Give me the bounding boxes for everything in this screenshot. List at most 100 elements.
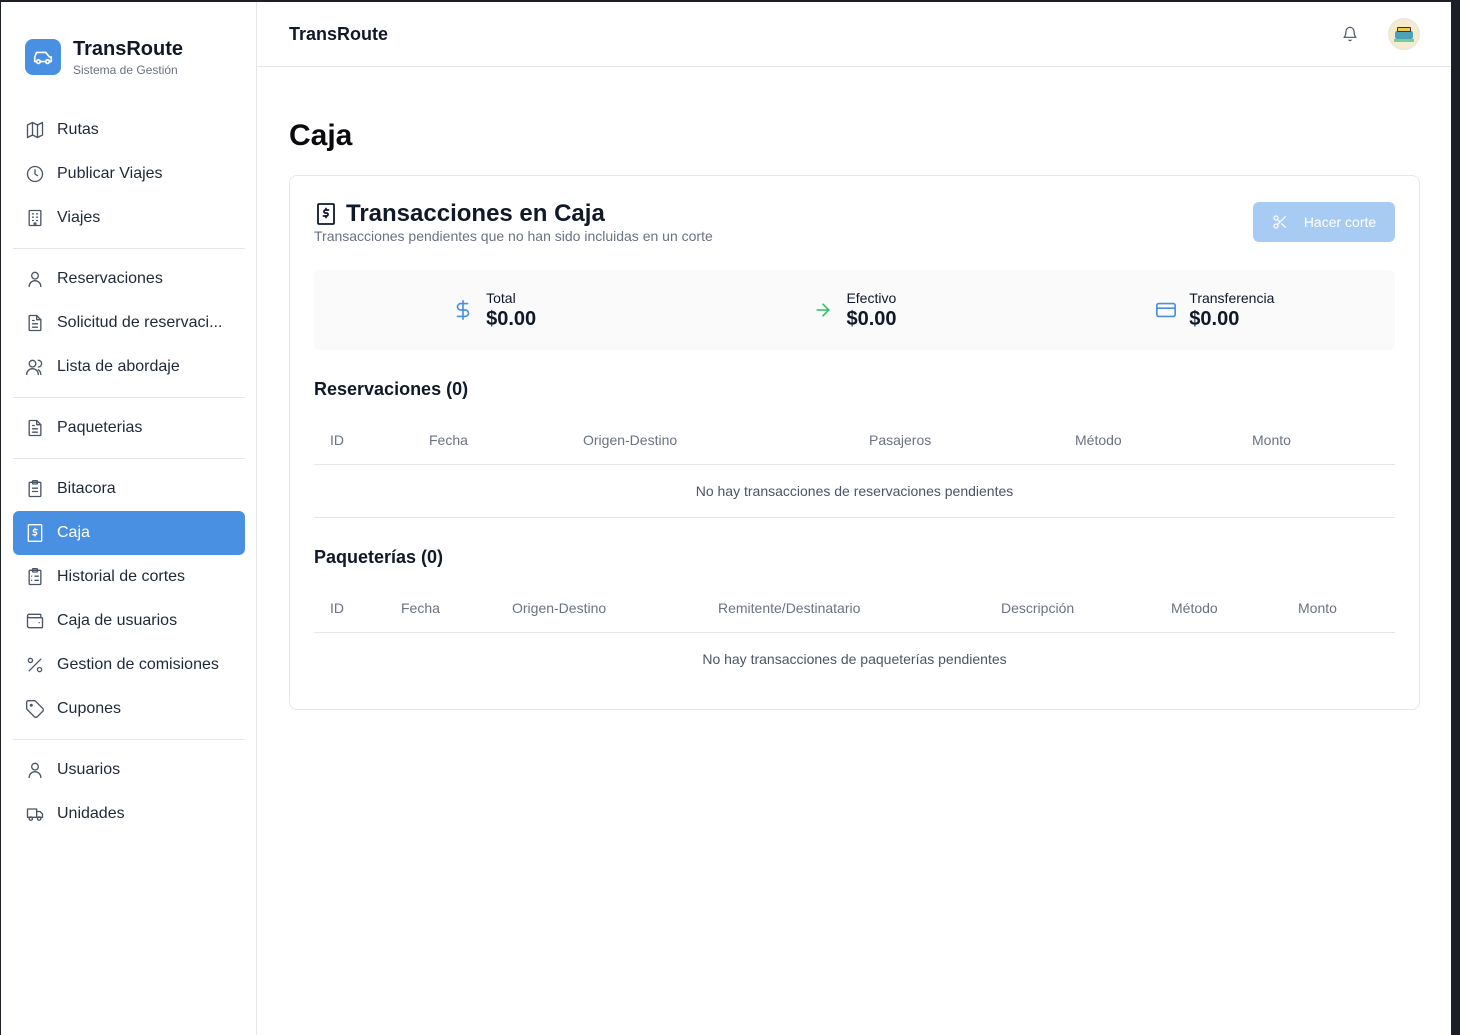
car-icon [25,39,61,75]
sidebar-item-label: Bitacora [57,480,116,497]
brand-subtitle: Sistema de Gestión [73,62,178,77]
column-header: Método [1155,600,1282,633]
sidebar-item-solicitud-de-reservaci[interactable]: Solicitud de reservaci... [13,301,245,345]
percent-icon [25,655,45,675]
column-header: Origen-Destino [567,432,853,465]
sidebar-item-historial-de-cortes[interactable]: Historial de cortes [13,555,245,599]
main-area: TransRoute Caja Transacciones en Caja Tr… [257,2,1451,1035]
packages-title: Paqueterías (0) [314,547,444,567]
sidebar-item-cupones[interactable]: Cupones [13,687,245,731]
transfer-value: $0.00 [1189,308,1240,330]
user-icon [25,760,45,780]
sidebar-item-viajes[interactable]: Viajes [13,196,245,240]
sidebar-item-reservaciones[interactable]: Reservaciones [13,257,245,301]
column-header: ID [314,600,385,633]
sidebar-item-label: Gestion de comisiones [57,656,219,673]
sidebar-item-label: Cupones [57,700,122,717]
credit-card-icon [1155,299,1177,321]
clipboard-list-icon [25,567,45,587]
sidebar-item-label: Publicar Viajes [57,165,163,182]
reservations-table: ID Fecha Origen-Destino Pasajeros Método Mont… [314,432,1395,517]
cash-value: $0.00 [846,308,897,330]
sidebar-item-label: Unidades [57,805,125,822]
sidebar-item-bitacora[interactable]: Bitacora [13,467,245,511]
column-header: Monto [1282,600,1395,633]
sidebar-item-caja-de-usuarios[interactable]: Caja de usuarios [13,599,245,643]
total-label: Total [486,290,516,306]
summary-transfer: Transferencia $0.00 [1035,289,1395,331]
nav-divider [13,739,245,740]
total-value: $0.00 [486,308,537,330]
sidebar-item-unidades[interactable]: Unidades [13,792,245,836]
sidebar-item-gestion-de-comisiones[interactable]: Gestion de comisiones [13,643,245,687]
summary-cash: Efectivo $0.00 [674,289,1034,331]
page-title: Caja [289,119,353,152]
user-icon [25,269,45,289]
users-icon [25,357,45,377]
sidebar-item-label: Viajes [57,209,101,226]
sidebar-item-usuarios[interactable]: Usuarios [13,748,245,792]
nav-divider [13,458,245,459]
brand-name: TransRoute [73,37,184,60]
column-header: Descripción [985,600,1155,633]
sidebar-item-label: Caja [57,524,90,541]
sidebar-item-label: Solicitud de reservaci... [57,314,223,331]
sidebar-item-lista-de-abordaje[interactable]: Lista de abordaje [13,345,245,389]
avatar[interactable] [1388,18,1420,50]
tag-icon [25,699,45,719]
card-subtitle: Transacciones pendientes que no han sido… [314,228,713,244]
column-header: Monto [1236,432,1395,465]
column-header: Método [1059,432,1236,465]
sidebar-item-label: Caja de usuarios [57,612,178,629]
sidebar-item-label: Rutas [57,121,99,138]
receipt-icon [314,202,338,226]
nav-divider [13,397,245,398]
building-icon [25,208,45,228]
sidebar-nav: Rutas Publicar Viajes Viajes Reservaciones S… [13,108,245,836]
sidebar-item-label: Usuarios [57,761,121,778]
column-header: Fecha [385,600,496,633]
column-header: Pasajeros [853,432,1059,465]
cash-transactions-card: Transacciones en Caja Transacciones pend… [289,175,1420,710]
file-text-icon [25,313,45,333]
sidebar-item-caja[interactable]: Caja [13,511,245,555]
map-icon [25,120,45,140]
column-header: Fecha [413,432,567,465]
transfer-label: Transferencia [1189,290,1275,306]
cash-label: Efectivo [846,290,897,306]
sidebar-item-rutas[interactable]: Rutas [13,108,245,152]
brand: TransRoute Sistema de Gestión [1,2,256,86]
topbar-title: TransRoute [289,23,389,44]
app-window: TransRoute Sistema de Gestión Rutas Publi… [1,2,1451,1035]
receipt-icon [25,523,45,543]
make-cut-label: Hacer corte [1303,214,1377,230]
bell-icon[interactable] [1340,24,1360,44]
truck-icon [25,804,45,824]
column-header: Origen-Destino [496,600,702,633]
clock-icon [25,164,45,184]
reservations-empty: No hay transacciones de reservaciones pe… [695,483,1014,499]
sidebar-item-publicar-viajes[interactable]: Publicar Viajes [13,152,245,196]
make-cut-button[interactable]: Hacer corte [1253,202,1395,242]
sidebar-item-label: Paqueterias [57,419,143,436]
summary-bar: Total $0.00 Efectivo $0.00 Transferencia… [314,270,1395,350]
arrow-right-icon [812,299,834,321]
sidebar: TransRoute Sistema de Gestión Rutas Publi… [1,2,257,1035]
file-text-icon [25,418,45,438]
wallet-icon [25,611,45,631]
scissors-icon [1272,214,1288,230]
card-title: Transacciones en Caja [346,200,605,227]
dollar-icon [452,299,474,321]
sidebar-item-label: Lista de abordaje [57,358,180,375]
clipboard-icon [25,479,45,499]
summary-total: Total $0.00 [314,289,674,331]
packages-empty: No hay transacciones de paqueterías pend… [702,651,1007,667]
sidebar-item-label: Reservaciones [57,270,163,287]
sidebar-item-label: Historial de cortes [57,568,186,585]
packages-table: ID Fecha Origen-Destino Remitente/Destinata… [314,600,1395,685]
column-header: Remitente/Destinatario [702,600,985,633]
reservations-title: Reservaciones (0) [314,379,469,399]
sidebar-item-paqueterias[interactable]: Paqueterias [13,406,245,450]
topbar: TransRoute [257,2,1451,67]
nav-divider [13,248,245,249]
